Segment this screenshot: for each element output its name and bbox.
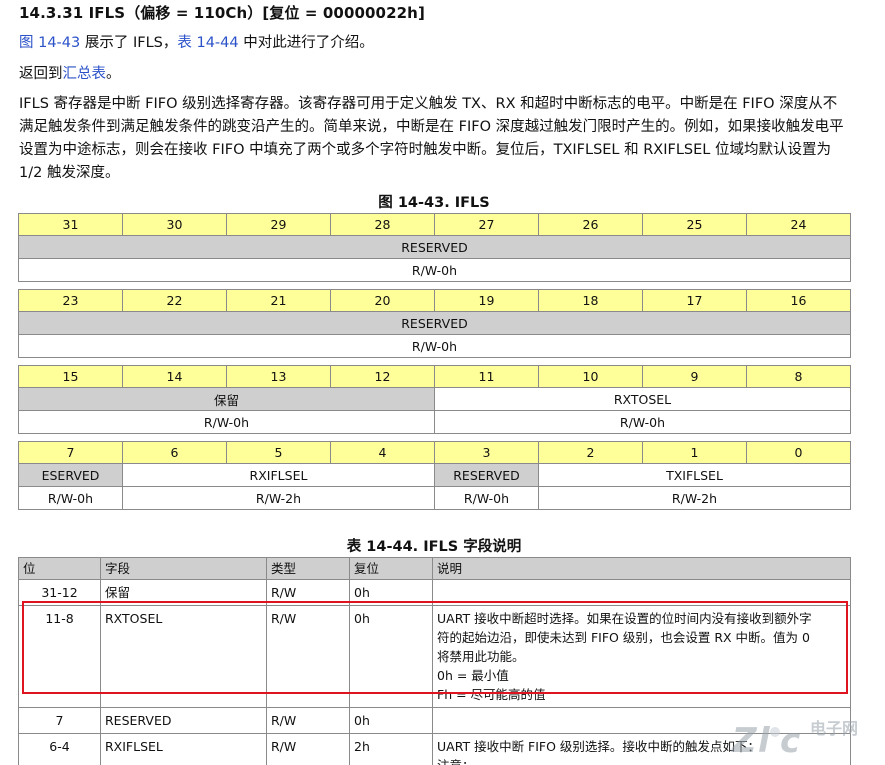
section-heading: 14.3.31 IFLS（偏移 = 110Ch）[复位 = 00000022h] xyxy=(19,4,425,22)
field-access-cell: R/W-0h xyxy=(434,486,539,510)
bit-number: 29 xyxy=(226,213,331,236)
bit-number: 21 xyxy=(226,289,331,312)
field-name-cell: 保留 xyxy=(18,387,435,411)
field-access-row: R/W-0h R/W-0h xyxy=(18,410,851,434)
field-access-cell: R/W-2h xyxy=(122,486,435,510)
bit-number: 2 xyxy=(538,441,643,464)
highlight-box xyxy=(22,601,848,694)
field-name-cell: RESERVED xyxy=(434,463,539,487)
bit-number-row: 15 14 13 12 11 10 9 8 xyxy=(18,365,851,388)
cell-type: R/W xyxy=(266,733,350,765)
intro-text-1: 展示了 IFLS， xyxy=(80,35,178,51)
field-access-cell: R/W-2h xyxy=(538,486,851,510)
bit-number: 19 xyxy=(434,289,539,312)
field-name-cell: RXTOSEL xyxy=(434,387,851,411)
intro-text-2: 中对此进行了介绍。 xyxy=(238,35,374,51)
figure-caption: 图 14-43. IFLS xyxy=(378,195,490,211)
field-name-row: ESERVED RXIFLSEL RESERVED TXIFLSEL xyxy=(18,463,851,487)
column-header: 类型 xyxy=(266,557,350,580)
back-suffix: 。 xyxy=(106,66,121,82)
column-header: 字段 xyxy=(100,557,267,580)
field-access-row: R/W-0h xyxy=(18,334,851,358)
field-name-cell: RESERVED xyxy=(18,235,851,259)
field-name-cell: TXIFLSEL xyxy=(538,463,851,487)
bit-number: 16 xyxy=(746,289,851,312)
bit-number-row: 23 22 21 20 19 18 17 16 xyxy=(18,289,851,312)
cell-reset: 2h xyxy=(349,733,433,765)
bit-number: 11 xyxy=(434,365,539,388)
field-name-cell: ESERVED xyxy=(18,463,123,487)
field-access-row: R/W-0h R/W-2h R/W-0h R/W-2h xyxy=(18,486,851,510)
intro-paragraph: 图 14-43 展示了 IFLS，表 14-44 中对此进行了介绍。 xyxy=(19,32,859,55)
bit-number: 18 xyxy=(538,289,643,312)
table-header-row: 位字段 类型 复位 说明 xyxy=(18,557,851,580)
cell-field: RESERVED xyxy=(100,707,267,734)
cell-field: RXIFLSEL xyxy=(100,733,267,765)
register-map: 31 30 29 28 27 26 25 24 RESERVED R/W-0h 23 22 21 20 19… xyxy=(18,213,851,510)
bit-number: 14 xyxy=(122,365,227,388)
figure-link[interactable]: 图 14-43 xyxy=(19,35,80,51)
field-name-row: 保留 RXTOSEL xyxy=(18,387,851,411)
field-access-cell: R/W-0h xyxy=(18,334,851,358)
back-prefix: 返回到 xyxy=(19,66,63,82)
bit-number: 17 xyxy=(642,289,747,312)
table-caption: 表 14-44. IFLS 字段说明 xyxy=(346,539,522,555)
bit-number: 9 xyxy=(642,365,747,388)
bit-number: 25 xyxy=(642,213,747,236)
column-header: 复位 xyxy=(349,557,433,580)
watermark-logo: Z l c 电子网 xyxy=(728,712,878,762)
field-name-cell: RESERVED xyxy=(18,311,851,335)
bit-number: 0 xyxy=(746,441,851,464)
cell-bit: 6-4 xyxy=(18,733,101,765)
bit-number: 24 xyxy=(746,213,851,236)
column-header: 说明 xyxy=(432,557,851,580)
summary-table-link[interactable]: 汇总表 xyxy=(63,66,107,82)
field-name-cell: RXIFLSEL xyxy=(122,463,435,487)
field-access-cell: R/W-0h xyxy=(18,410,435,434)
field-access-cell: R/W-0h xyxy=(18,258,851,282)
bit-number: 22 xyxy=(122,289,227,312)
svg-text:l: l xyxy=(758,721,771,761)
field-access-row: R/W-0h xyxy=(18,258,851,282)
bit-number-row: 76543210 xyxy=(18,441,851,464)
table-row: 7 RESERVED R/W 0h xyxy=(18,707,851,734)
register-description: IFLS 寄存器是中断 FIFO 级别选择寄存器。该寄存器可用于定义触发 TX、… xyxy=(19,96,844,181)
bit-number: 15 xyxy=(18,365,123,388)
cell-bit: 7 xyxy=(18,707,101,734)
table-link[interactable]: 表 14-44 xyxy=(177,35,238,51)
bit-number: 28 xyxy=(330,213,435,236)
field-access-cell: R/W-0h xyxy=(434,410,851,434)
field-access-cell: R/W-0h xyxy=(18,486,123,510)
bit-number-row: 31 30 29 28 27 26 25 24 xyxy=(18,213,851,236)
bit-number: 30 xyxy=(122,213,227,236)
bit-number: 27 xyxy=(434,213,539,236)
bit-number: 3 xyxy=(434,441,539,464)
bit-number: 5 xyxy=(226,441,331,464)
svg-text:Z: Z xyxy=(731,721,758,761)
cell-type: R/W xyxy=(266,707,350,734)
bit-number: 10 xyxy=(538,365,643,388)
field-name-row: RESERVED xyxy=(18,235,851,259)
bit-number: 20 xyxy=(330,289,435,312)
bit-number: 26 xyxy=(538,213,643,236)
bit-number: 1 xyxy=(642,441,747,464)
bit-number: 12 xyxy=(330,365,435,388)
watermark-text: 电子网 xyxy=(810,719,858,738)
field-name-row: RESERVED xyxy=(18,311,851,335)
table-row: 6-4 RXIFLSEL R/W 2h UART 接收中断 FIFO 级别选择。接收中断… xyxy=(18,733,851,765)
bit-number: 4 xyxy=(330,441,435,464)
column-header: 位 xyxy=(18,557,101,580)
bit-number: 8 xyxy=(746,365,851,388)
bit-number: 7 xyxy=(18,441,123,464)
bit-number: 6 xyxy=(122,441,227,464)
watermark-icon: Z l c 电子网 xyxy=(731,719,858,761)
cell-reset: 0h xyxy=(349,707,433,734)
bit-number: 23 xyxy=(18,289,123,312)
svg-text:c: c xyxy=(780,721,800,761)
bit-number: 13 xyxy=(226,365,331,388)
bit-number: 31 xyxy=(18,213,123,236)
back-paragraph: 返回到汇总表。 xyxy=(19,63,859,86)
